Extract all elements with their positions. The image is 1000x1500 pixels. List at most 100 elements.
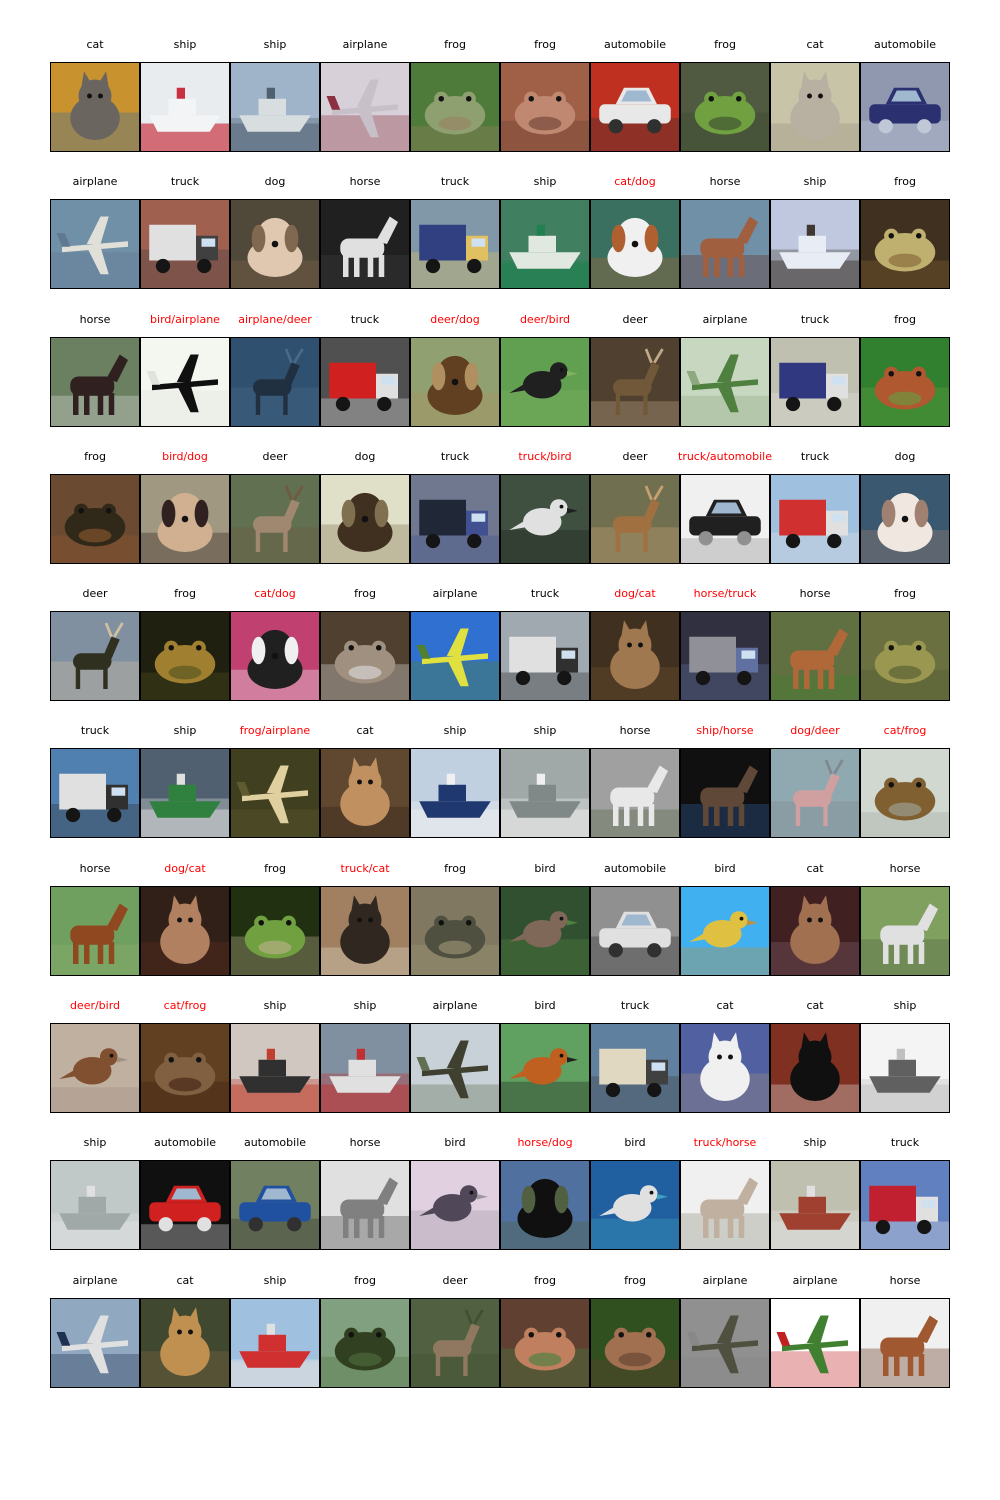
thumbnail-truck <box>50 748 140 839</box>
thumbnail-frog <box>320 611 410 702</box>
image-cell: frog <box>860 175 950 290</box>
thumbnail-horse <box>320 199 410 290</box>
image-cell: ship <box>230 999 320 1114</box>
thumbnail-cat <box>770 1023 860 1114</box>
thumbnail-truck <box>140 199 230 290</box>
image-cell: deer <box>230 450 320 564</box>
image-cell: dog <box>320 450 410 564</box>
thumbnail-truck <box>410 199 500 290</box>
thumbnail-ship <box>860 1023 950 1114</box>
thumbnail-cat <box>680 1023 770 1114</box>
thumbnail-horse <box>770 611 860 702</box>
thumbnail-airplane <box>410 611 500 702</box>
thumbnail-airplane <box>680 336 770 427</box>
thumbnail-truck <box>860 1160 950 1251</box>
thumbnail-cat <box>50 62 140 152</box>
thumbnail-ship <box>500 199 590 290</box>
image-cell: automobile <box>590 862 680 976</box>
image-cell: horse/dog <box>500 1136 590 1251</box>
thumbnail-airplane <box>680 1297 770 1388</box>
image-cell: deer/dog <box>410 313 500 427</box>
image-cell: truck <box>50 724 140 839</box>
thumbnail-cat <box>770 885 860 976</box>
thumbnail-frog <box>500 62 590 152</box>
class-label: horse <box>889 1273 921 1287</box>
image-cell: ship <box>320 999 410 1114</box>
thumbnail-dog <box>410 336 500 427</box>
image-cell: horse <box>50 313 140 427</box>
image-cell: ship <box>860 999 950 1114</box>
grid-row: ship automobile automobile horse bird horse/d… <box>50 1136 950 1251</box>
thumbnail-truck <box>680 611 770 702</box>
image-cell: frog <box>500 1274 590 1388</box>
image-cell: frog <box>590 1274 680 1388</box>
image-cell: ship <box>230 38 320 152</box>
thumbnail-dog <box>860 473 950 564</box>
image-cell: frog <box>140 587 230 702</box>
grid-row: airplane cat ship frog deer frog frog airplane a… <box>50 1274 950 1388</box>
image-cell: frog <box>410 38 500 152</box>
image-cell: cat <box>140 1274 230 1388</box>
thumbnail-frog <box>50 473 140 564</box>
thumbnail-frog <box>860 336 950 427</box>
thumbnail-truck <box>320 336 410 427</box>
thumbnail-horse <box>860 885 950 976</box>
image-cell: cat <box>770 38 860 152</box>
thumbnail-bird <box>590 1160 680 1251</box>
image-cell: automobile <box>230 1136 320 1251</box>
image-cell: frog/airplane <box>230 724 320 839</box>
thumbnail-car <box>590 885 680 976</box>
thumbnail-cat <box>320 885 410 976</box>
image-cell: truck <box>590 999 680 1114</box>
thumbnail-frog <box>140 1023 230 1114</box>
image-cell: bird/dog <box>140 450 230 564</box>
image-cell: deer <box>590 313 680 427</box>
image-cell: truck <box>320 313 410 427</box>
image-cell: cat/frog <box>140 999 230 1114</box>
thumbnail-ship <box>320 1023 410 1114</box>
thumbnail-deer <box>50 611 140 702</box>
image-cell: ship <box>770 1136 860 1251</box>
image-cell: cat/frog <box>860 724 950 839</box>
thumbnail-airplane <box>50 1297 140 1388</box>
thumbnail-frog <box>320 1297 410 1388</box>
image-cell: bird <box>500 862 590 976</box>
thumbnail-bird <box>500 473 590 564</box>
image-cell: airplane <box>410 587 500 702</box>
image-cell: frog <box>500 38 590 152</box>
image-cell: truck <box>770 450 860 564</box>
thumbnail-dog <box>230 199 320 290</box>
thumbnail-car <box>140 1160 230 1251</box>
grid-row: horse dog/cat frog truck/cat frog bird automob… <box>50 862 950 976</box>
thumbnail-ship <box>770 199 860 290</box>
thumbnail-airplane <box>320 62 410 152</box>
image-cell: deer <box>590 450 680 564</box>
grid-row: airplane truck dog horse truck ship cat/dog hor… <box>50 175 950 290</box>
image-cell: airplane <box>320 38 410 152</box>
image-cell: airplane/deer <box>230 313 320 427</box>
thumbnail-truck <box>500 611 590 702</box>
image-cell: horse <box>860 1274 950 1388</box>
image-cell: dog <box>230 175 320 290</box>
thumbnail-frog <box>140 611 230 702</box>
image-cell: automobile <box>860 38 950 152</box>
class-label: ship <box>893 999 917 1013</box>
image-cell: frog <box>410 862 500 976</box>
thumbnail-ship <box>50 1160 140 1251</box>
thumbnail-ship <box>140 748 230 839</box>
thumbnail-truck <box>590 1023 680 1114</box>
thumbnail-car <box>230 1160 320 1251</box>
image-cell: bird <box>500 999 590 1114</box>
thumbnail-airplane <box>770 1297 860 1388</box>
grid-row: deer/bird cat/frog ship ship airplane bird tru… <box>50 999 950 1114</box>
thumbnail-frog <box>590 1297 680 1388</box>
thumbnail-frog <box>410 62 500 152</box>
thumbnail-horse <box>680 748 770 839</box>
image-cell: frog <box>680 38 770 152</box>
image-cell: dog/deer <box>770 724 860 839</box>
thumbnail-bird <box>410 1160 500 1251</box>
thumbnail-frog <box>410 885 500 976</box>
thumbnail-airplane <box>410 1023 500 1114</box>
image-cell: deer <box>50 587 140 702</box>
misclassified-label: cat/frog <box>883 724 927 738</box>
